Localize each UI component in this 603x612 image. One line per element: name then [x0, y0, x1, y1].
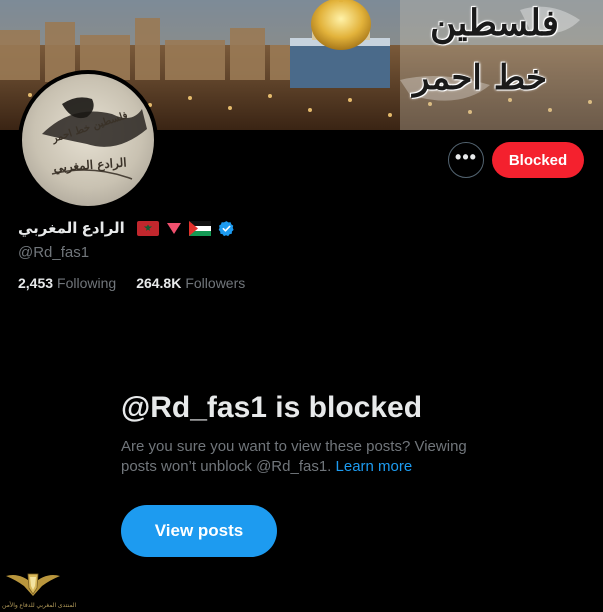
- blocked-notice-text: Are you sure you want to view these post…: [121, 438, 467, 475]
- following-count: 2,453: [18, 275, 54, 291]
- palestine-flag-icon: [188, 220, 211, 236]
- blocked-notice-title: @Rd_fas1 is blocked: [121, 391, 423, 424]
- more-dots-icon: •••: [455, 147, 477, 167]
- profile-avatar[interactable]: فلسطين خط احمر الرادع المغربي: [18, 70, 158, 210]
- morocco-flag-icon: [136, 220, 159, 236]
- verified-badge-icon[interactable]: [218, 220, 235, 237]
- learn-more-link[interactable]: Learn more: [336, 458, 413, 475]
- display-name: الرادع المغربي: [18, 220, 125, 237]
- followers-label: Followers: [185, 275, 246, 291]
- followers-count: 264.8K: [136, 275, 182, 291]
- following-stat[interactable]: 2,453 Following: [18, 275, 116, 291]
- profile-stats: 2,453 Following 264.8K Followers: [18, 275, 245, 291]
- following-label: Following: [57, 275, 117, 291]
- profile-handle: @Rd_fas1: [18, 244, 90, 261]
- red-triangle-icon: [166, 222, 181, 234]
- banner-text-line1: فلسطين: [429, 2, 559, 44]
- more-options-button[interactable]: •••: [448, 142, 484, 178]
- blocked-notice-description: Are you sure you want to view these post…: [121, 437, 501, 477]
- followers-stat[interactable]: 264.8K Followers: [136, 275, 245, 291]
- watermark-text: المنتدى المغربي للدفاع والأمن: [2, 603, 77, 609]
- blocked-button[interactable]: Blocked: [492, 142, 584, 178]
- view-posts-button[interactable]: View posts: [121, 505, 277, 557]
- banner-text-line2: خط احمر: [412, 58, 547, 98]
- profile-name-row: الرادع المغربي: [18, 216, 235, 240]
